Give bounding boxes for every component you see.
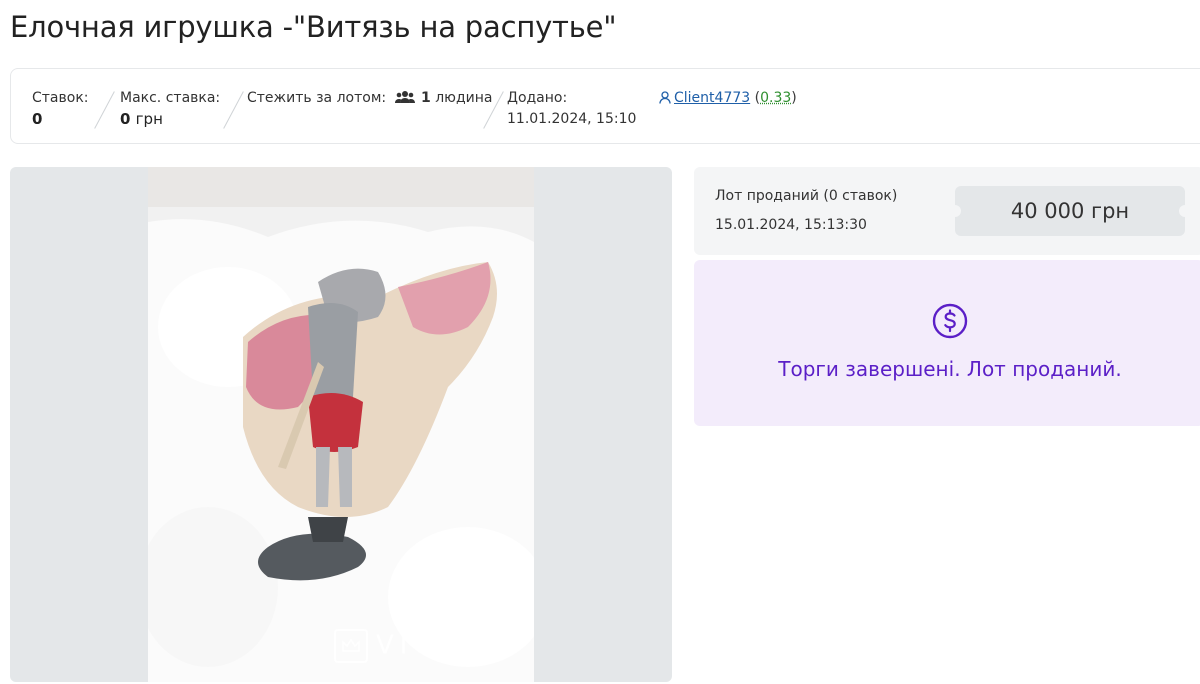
added-date: Додано: 11.01.2024, 15:10 <box>507 89 636 131</box>
seller-rating[interactable]: (0.33) <box>755 90 797 106</box>
watch-unit: людина <box>435 90 493 106</box>
auction-ended-banner: Торги завершені. Лот проданий. <box>694 260 1200 426</box>
bids-value: 0 <box>32 110 43 128</box>
final-price: 40 000 грн <box>949 186 1191 236</box>
seller-link[interactable]: Client4773 <box>674 90 750 106</box>
watermark-text: VIOLITY <box>376 630 518 661</box>
divider <box>94 91 115 129</box>
watermark: VIOLITY <box>334 629 518 663</box>
bids-label: Ставок: <box>32 90 89 106</box>
sale-status-panel: Лот проданий (0 ставок) 15.01.2024, 15:1… <box>694 167 1200 255</box>
added-label: Додано: <box>507 90 568 106</box>
people-icon <box>394 90 415 109</box>
max-bid: Макс. ставка: 0 грн <box>120 89 220 131</box>
lot-gallery[interactable]: VIOLITY <box>10 167 672 682</box>
watch-count: 1 <box>421 90 431 106</box>
bids-count: Ставок: 0 <box>32 89 89 131</box>
lot-photo[interactable]: VIOLITY <box>148 167 534 682</box>
seller-info: Client4773 (0.33) <box>659 89 797 109</box>
crown-icon <box>334 629 368 663</box>
max-bid-value: 0 грн <box>120 110 163 128</box>
watch-label: Стежить за лотом: <box>247 90 387 106</box>
divider <box>223 91 244 129</box>
lot-info-bar: Ставок: 0 Макс. ставка: 0 грн Стежить за… <box>10 68 1200 144</box>
auction-ended-message: Торги завершені. Лот проданий. <box>778 357 1122 381</box>
dollar-coin-icon <box>932 303 968 343</box>
page-title: Елочная игрушка -"Витязь на распутье" <box>10 10 617 44</box>
max-bid-label: Макс. ставка: <box>120 90 221 106</box>
added-value: 11.01.2024, 15:10 <box>507 111 637 127</box>
sold-date: 15.01.2024, 15:13:30 <box>715 217 867 233</box>
sold-text: Лот проданий (0 ставок) <box>715 188 898 204</box>
user-icon <box>659 91 671 109</box>
watch-lot[interactable]: Стежить за лотом: 1 людина <box>247 89 492 109</box>
